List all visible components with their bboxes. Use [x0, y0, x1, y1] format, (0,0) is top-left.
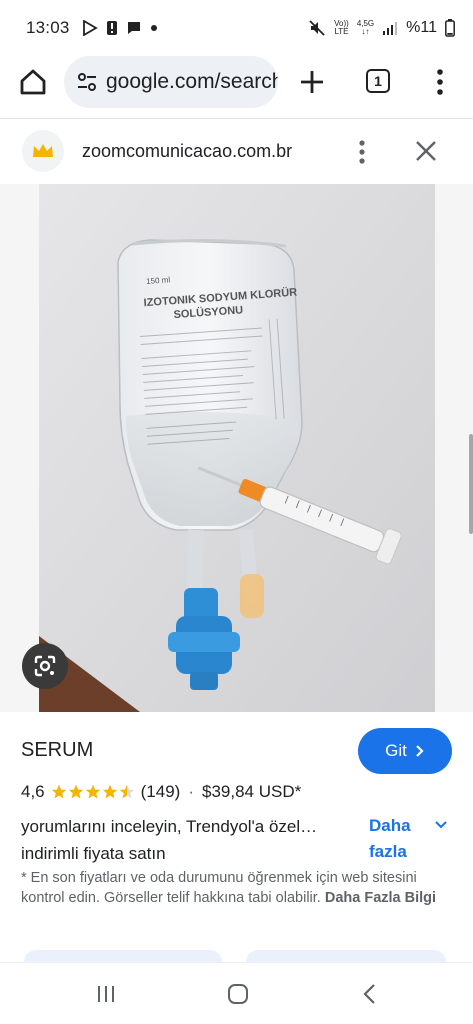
- recent-apps-icon[interactable]: [95, 983, 117, 1005]
- site-favicon: [22, 130, 64, 172]
- new-tab-icon[interactable]: [298, 68, 326, 96]
- visit-label: Git: [385, 741, 407, 760]
- back-icon[interactable]: [362, 983, 378, 1005]
- network-indicator: 4,5G ↓↑: [356, 19, 375, 36]
- description-line: yorumlarını inceleyin, Trendyol'a özel…: [21, 817, 318, 836]
- more-vert-icon[interactable]: [430, 68, 450, 96]
- lens-icon: [34, 655, 56, 677]
- learn-more-link[interactable]: Daha Fazla Bilgi: [325, 890, 436, 906]
- close-icon[interactable]: [414, 139, 438, 163]
- rating-value: 4,6: [21, 782, 45, 801]
- scrollbar-thumb[interactable]: [469, 434, 473, 534]
- more-button[interactable]: Daha fazla: [369, 813, 411, 865]
- battery-percent: %11: [406, 19, 437, 36]
- dot-icon: [150, 25, 157, 31]
- more-label-line2: fazla: [369, 842, 407, 861]
- signal-icon: [383, 22, 398, 35]
- home-button-icon[interactable]: [227, 983, 249, 1005]
- alert-icon: [106, 21, 117, 35]
- source-panel-header: zoomcomunicacao.com.br: [0, 118, 473, 184]
- visit-button[interactable]: Git: [358, 728, 452, 774]
- star-half-icon: [119, 784, 134, 799]
- browser-toolbar: google.com/search 1: [0, 56, 473, 108]
- chevron-down-icon[interactable]: [434, 818, 448, 832]
- product-image[interactable]: 150 ml IZOTONIK SODYUM KLORÜR SOLÜSYONU: [0, 184, 473, 712]
- home-icon[interactable]: [16, 65, 50, 99]
- crown-icon: [33, 144, 53, 157]
- mute-icon: [309, 20, 325, 36]
- status-bar: 13:03 Vo)) LTE 4,5G ↓↑ %11: [0, 0, 473, 56]
- star-icon: [51, 784, 66, 799]
- iv-bag-photo: 150 ml IZOTONIK SODYUM KLORÜR SOLÜSYONU: [0, 184, 473, 712]
- clock: 13:03: [26, 18, 70, 37]
- address-bar[interactable]: google.com/search: [64, 56, 278, 108]
- lens-search-button[interactable]: [22, 643, 68, 689]
- tab-switcher-button[interactable]: 1: [366, 69, 390, 93]
- play-store-icon: [82, 20, 98, 36]
- chevron-right-icon: [416, 745, 424, 757]
- site-settings-icon[interactable]: [76, 71, 98, 93]
- star-icon: [68, 784, 83, 799]
- panel-more-icon[interactable]: [352, 139, 372, 165]
- star-icon: [102, 784, 117, 799]
- star-rating: [51, 784, 135, 800]
- description-line: indirimli fiyata satın: [21, 844, 166, 863]
- chat-icon: [127, 22, 140, 34]
- star-icon: [85, 784, 100, 799]
- volte-indicator: Vo)) LTE: [334, 19, 349, 36]
- battery-icon: [445, 19, 455, 37]
- tab-count: 1: [374, 73, 382, 89]
- rating-row: 4,6 (149) · $39,84 USD*: [21, 782, 301, 802]
- bag-volume-text: 150 ml: [146, 275, 171, 286]
- site-name[interactable]: zoomcomunicacao.com.br: [82, 141, 292, 162]
- disclaimer: * En son fiyatları ve oda durumunu öğren…: [21, 868, 457, 908]
- separator: ·: [188, 782, 194, 801]
- more-label-line1: Daha: [369, 816, 411, 835]
- product-description: yorumlarını inceleyin, Trendyol'a özel… …: [21, 813, 341, 867]
- url-text[interactable]: google.com/search: [106, 70, 278, 94]
- review-count[interactable]: (149): [141, 782, 181, 802]
- system-nav-bar: [0, 962, 473, 1024]
- product-title: SERUM: [21, 739, 94, 761]
- price: $39,84 USD*: [202, 782, 302, 801]
